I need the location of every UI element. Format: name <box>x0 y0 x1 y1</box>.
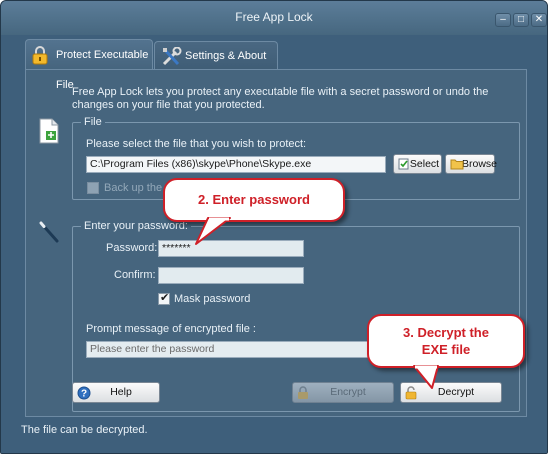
callout-decrypt-file: 3. Decrypt the EXE file <box>367 314 525 368</box>
status-bar: The file can be decrypted. <box>1 417 547 453</box>
file-prompt-label: Please select the file that you wish to … <box>86 138 307 150</box>
maximize-button[interactable]: □ <box>513 13 529 27</box>
callout-arrow-password <box>195 217 231 245</box>
select-file-icon <box>398 158 409 170</box>
file-path-input[interactable]: C:\Program Files (x86)\skype\Phone\Skype… <box>86 156 386 173</box>
help-label: Help <box>110 386 132 398</box>
encrypt-label: Encrypt <box>330 386 366 398</box>
close-button[interactable]: ✕ <box>531 13 547 27</box>
confirm-input[interactable] <box>158 267 304 284</box>
folder-icon <box>450 159 464 170</box>
mask-password-checkbox[interactable]: ✔ <box>158 292 170 305</box>
prompt-message-input[interactable]: Please enter the password <box>86 341 370 358</box>
select-label: Select <box>409 158 440 170</box>
magic-wand-icon <box>39 221 59 243</box>
intro-text: Free App Lock lets you protect any execu… <box>72 86 489 111</box>
document-icon <box>39 118 59 144</box>
browse-button[interactable]: Browse <box>445 154 498 174</box>
encrypt-button[interactable]: Encrypt <box>292 382 394 403</box>
callout-step3-line2: EXE file <box>421 342 471 357</box>
padlock-icon <box>32 46 48 65</box>
prompt-message-label: Prompt message of encrypted file : <box>86 323 256 335</box>
minimize-button[interactable]: – <box>495 13 511 27</box>
confirm-label: Confirm: <box>114 269 156 281</box>
check-mark-icon: ✔ <box>160 292 170 304</box>
tab-label: Settings & About <box>185 50 267 62</box>
help-icon: ? <box>77 386 91 400</box>
select-button[interactable]: Select <box>393 154 442 174</box>
window-title: Free App Lock <box>235 10 313 24</box>
file-group-label: File <box>81 116 105 128</box>
svg-text:?: ? <box>81 389 87 400</box>
title-bar[interactable]: Free App Lock – □ ✕ <box>1 1 547 35</box>
backup-checkbox[interactable] <box>87 182 99 194</box>
tools-icon <box>162 47 182 66</box>
mask-password-label: Mask password <box>174 293 251 305</box>
password-label: Password: <box>106 242 158 254</box>
lock-icon <box>298 386 308 399</box>
tab-protect-executable[interactable]: Protect Executable File <box>25 39 153 91</box>
browse-label: Browse <box>462 158 498 170</box>
callout-step2-text: 2. Enter password <box>198 192 310 207</box>
callout-step3-line1: 3. Decrypt the <box>403 325 489 340</box>
tab-settings-about[interactable]: Settings & About <box>154 41 278 69</box>
status-text: The file can be decrypted. <box>21 424 148 436</box>
app-window: Free App Lock – □ ✕ Protect Executable F… <box>0 0 548 454</box>
callout-arrow-decrypt <box>413 365 439 389</box>
help-button[interactable]: ? Help <box>72 382 160 403</box>
